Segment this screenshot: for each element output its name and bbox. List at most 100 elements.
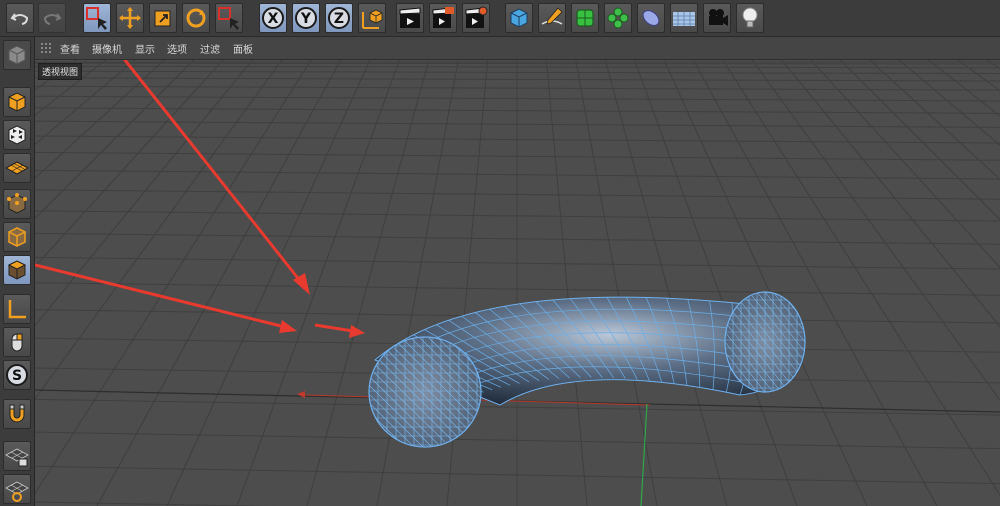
menu-display[interactable]: 显示 [135, 41, 155, 56]
deformer-icon [642, 10, 660, 26]
solo-mode-icon: S [6, 364, 28, 386]
points-mode-icon [7, 193, 27, 214]
texture-mode-button[interactable] [3, 120, 31, 150]
render-view-icon [399, 7, 421, 28]
menu-options[interactable]: 选项 [167, 41, 187, 56]
solo-letter: S [12, 368, 22, 384]
y-axis-letter: Y [300, 11, 312, 27]
grid-line [236, 60, 400, 506]
annotation-arrowhead-2 [279, 320, 297, 333]
recent-tools-button[interactable] [215, 3, 243, 33]
workplane-button[interactable] [3, 153, 31, 183]
axis-mode-icon [8, 300, 26, 319]
viewport-scene [35, 60, 1000, 506]
snap-button[interactable] [3, 399, 31, 429]
z-axis-letter: Z [334, 11, 344, 27]
model-mode-button[interactable] [3, 87, 31, 117]
world-coordinate-button[interactable] [358, 3, 386, 33]
x-axis-letter: X [268, 11, 279, 27]
menu-view[interactable]: 查看 [60, 41, 80, 56]
snap-icon [9, 404, 25, 423]
cloner-icon [607, 7, 629, 29]
tweak-mode-button[interactable] [3, 327, 31, 357]
cube-object-button[interactable] [505, 3, 533, 33]
texture-mode-icon [8, 125, 26, 145]
light-icon [742, 7, 758, 28]
edges-mode-button[interactable] [3, 222, 31, 252]
cube-object-icon [510, 8, 528, 28]
live-selection-icon [86, 7, 107, 30]
scale-icon [154, 10, 171, 27]
workplane-icon [4, 161, 30, 175]
undo-icon [10, 13, 29, 25]
x-axis-arrowhead [297, 391, 305, 398]
viewport-menubar: 查看 摄像机 显示 选项 过滤 面板 [35, 37, 1000, 60]
annotation-arrowhead-3 [349, 325, 365, 338]
menu-panel[interactable]: 面板 [233, 41, 253, 56]
annotation-arrow-3 [314, 323, 354, 333]
z-axis-lock-icon: Z [328, 7, 350, 29]
redo-icon [43, 13, 62, 25]
near-end-cap [368, 336, 482, 448]
light-button[interactable] [736, 3, 764, 33]
floor-button[interactable] [670, 3, 698, 33]
lock-workplane-icon [5, 448, 29, 467]
floor-icon [673, 12, 695, 26]
move-button[interactable] [116, 3, 144, 33]
world-coordinate-icon [362, 9, 383, 29]
live-selection-button[interactable] [83, 3, 111, 33]
axis-mode-button[interactable] [3, 294, 31, 324]
render-view-button[interactable] [396, 3, 424, 33]
move-icon [119, 7, 141, 29]
recent-tools-icon [218, 7, 239, 30]
render-to-picture-viewer-icon [432, 7, 454, 28]
undo-button[interactable] [6, 3, 34, 33]
x-axis-lock-button[interactable]: X [259, 3, 287, 33]
subdivision-surface-button[interactable] [571, 3, 599, 33]
solo-mode-button[interactable]: S [3, 360, 31, 390]
redo-button[interactable] [38, 3, 66, 33]
planar-workplane-button[interactable] [3, 474, 31, 504]
grid-line [35, 62, 1000, 65]
rotate-icon [186, 8, 206, 28]
make-editable-button[interactable] [3, 40, 31, 70]
tweak-mode-icon [11, 333, 23, 352]
main-toolbar: X Y Z [0, 0, 1000, 37]
camera-icon [709, 9, 728, 26]
lock-workplane-button[interactable] [3, 441, 31, 471]
polygons-mode-button[interactable] [3, 255, 31, 285]
grid-line [634, 60, 798, 506]
mode-palette: S [0, 37, 35, 506]
y-axis-line [640, 403, 648, 506]
render-settings-button[interactable] [462, 3, 490, 33]
render-settings-icon [465, 6, 488, 28]
pen-spline-button[interactable] [538, 3, 566, 33]
grid-line [545, 60, 588, 506]
deformer-button[interactable] [637, 3, 665, 33]
make-editable-icon [8, 45, 26, 65]
model-mode-icon [8, 92, 26, 112]
render-to-picture-viewer-button[interactable] [429, 3, 457, 33]
viewport-label: 透视视图 [38, 63, 83, 80]
cloner-button[interactable] [604, 3, 632, 33]
points-mode-button[interactable] [3, 189, 31, 219]
scale-button[interactable] [149, 3, 177, 33]
polygons-mode-icon [7, 260, 27, 280]
menu-cameras[interactable]: 摄像机 [92, 41, 122, 56]
edges-mode-icon [8, 227, 26, 247]
camera-button[interactable] [703, 3, 731, 33]
annotation-arrow-2 [35, 263, 286, 329]
perspective-viewport[interactable]: 透视视图 [35, 60, 1000, 506]
z-axis-lock-button[interactable]: Z [325, 3, 353, 33]
x-axis-lock-icon: X [262, 7, 284, 29]
pen-spline-icon [541, 7, 563, 25]
subdivision-surface-icon [576, 9, 594, 27]
menu-filter[interactable]: 过滤 [200, 41, 220, 56]
rotate-button[interactable] [182, 3, 210, 33]
planar-workplane-icon [5, 481, 29, 502]
panel-grip-icon[interactable] [41, 43, 51, 53]
y-axis-lock-icon: Y [295, 7, 317, 29]
annotation-arrows [35, 60, 365, 338]
grid-line [604, 60, 728, 506]
y-axis-lock-button[interactable]: Y [292, 3, 320, 33]
